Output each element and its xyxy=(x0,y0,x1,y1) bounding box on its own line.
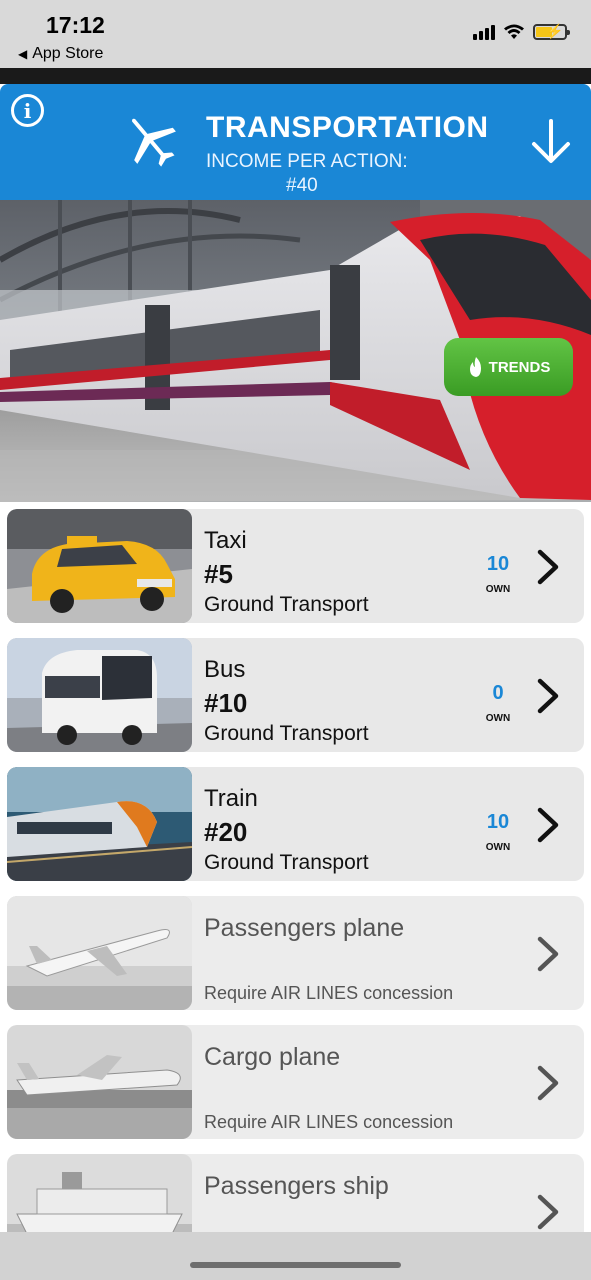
list-item-passengers-plane[interactable]: Passengers plane Require AIR LINES conce… xyxy=(7,896,584,1010)
own-count: 0 xyxy=(492,682,504,704)
own-count: 10 xyxy=(486,553,510,575)
own-label: OWN xyxy=(485,584,511,595)
category-header: i TRANSPORTATION INCOME PER ACTION: #40 xyxy=(0,84,591,200)
item-name: Passengers ship xyxy=(204,1172,389,1200)
chevron-right-icon xyxy=(537,1194,559,1230)
chevron-right-icon xyxy=(537,936,559,972)
item-name: Passengers plane xyxy=(204,914,405,942)
bus-thumbnail xyxy=(7,638,192,752)
item-name: Taxi xyxy=(204,527,247,554)
wifi-icon xyxy=(504,24,524,39)
taxi-thumbnail xyxy=(7,509,192,623)
item-requirement: Require AIR LINES concession xyxy=(204,1112,454,1132)
list-item-bus[interactable]: Bus #10 Ground Transport 0 OWN xyxy=(7,638,584,752)
info-icon[interactable]: i xyxy=(11,94,44,127)
chevron-right-icon xyxy=(537,1065,559,1101)
item-price: #10 xyxy=(204,688,248,718)
home-indicator[interactable] xyxy=(190,1262,401,1268)
chevron-right-icon xyxy=(537,549,559,585)
status-bar: 17:12 ◀ App Store ⚡ xyxy=(0,0,591,68)
item-name: Bus xyxy=(204,656,246,683)
top-divider xyxy=(0,68,591,84)
own-count: 10 xyxy=(486,811,510,833)
category-title: TRANSPORTATION xyxy=(206,111,489,144)
trends-button[interactable]: TRENDS xyxy=(444,338,573,396)
signal-icon xyxy=(473,24,495,40)
down-arrow-icon[interactable] xyxy=(528,118,574,166)
hero-image: TRENDS xyxy=(0,200,591,502)
item-price: #20 xyxy=(204,817,248,847)
list-item-taxi[interactable]: Taxi #5 Ground Transport 10 OWN xyxy=(7,509,584,623)
item-category: Ground Transport xyxy=(204,593,369,616)
item-requirement: Require AIR LINES concession xyxy=(204,983,454,1003)
status-time: 17:12 xyxy=(46,12,105,38)
item-price: #5 xyxy=(204,559,233,589)
item-category: Ground Transport xyxy=(204,851,369,874)
back-app-label: App Store xyxy=(32,45,104,62)
home-bar-area xyxy=(0,1232,591,1280)
status-icons: ⚡ xyxy=(473,23,570,40)
income-label: INCOME PER ACTION: xyxy=(206,151,408,172)
list-item-train[interactable]: Train #20 Ground Transport 10 OWN xyxy=(7,767,584,881)
chevron-right-icon xyxy=(537,807,559,843)
chevron-right-icon xyxy=(537,678,559,714)
cargo-plane-thumbnail xyxy=(7,1025,192,1139)
airplane-icon xyxy=(132,118,176,167)
trends-label: TRENDS xyxy=(488,358,551,376)
list-item-cargo-plane[interactable]: Cargo plane Require AIR LINES concession xyxy=(7,1025,584,1139)
battery-icon: ⚡ xyxy=(533,23,570,40)
train-thumbnail xyxy=(7,767,192,881)
own-label: OWN xyxy=(485,842,511,853)
item-category: Ground Transport xyxy=(204,722,369,745)
own-label: OWN xyxy=(485,713,511,724)
back-to-app-store[interactable]: ◀ App Store xyxy=(18,45,103,63)
flame-icon xyxy=(469,357,481,377)
income-value: #40 xyxy=(286,175,318,196)
back-triangle-icon: ◀ xyxy=(18,47,28,61)
passengers-plane-thumbnail xyxy=(7,896,192,1010)
item-name: Cargo plane xyxy=(204,1043,341,1071)
item-name: Train xyxy=(204,785,258,812)
